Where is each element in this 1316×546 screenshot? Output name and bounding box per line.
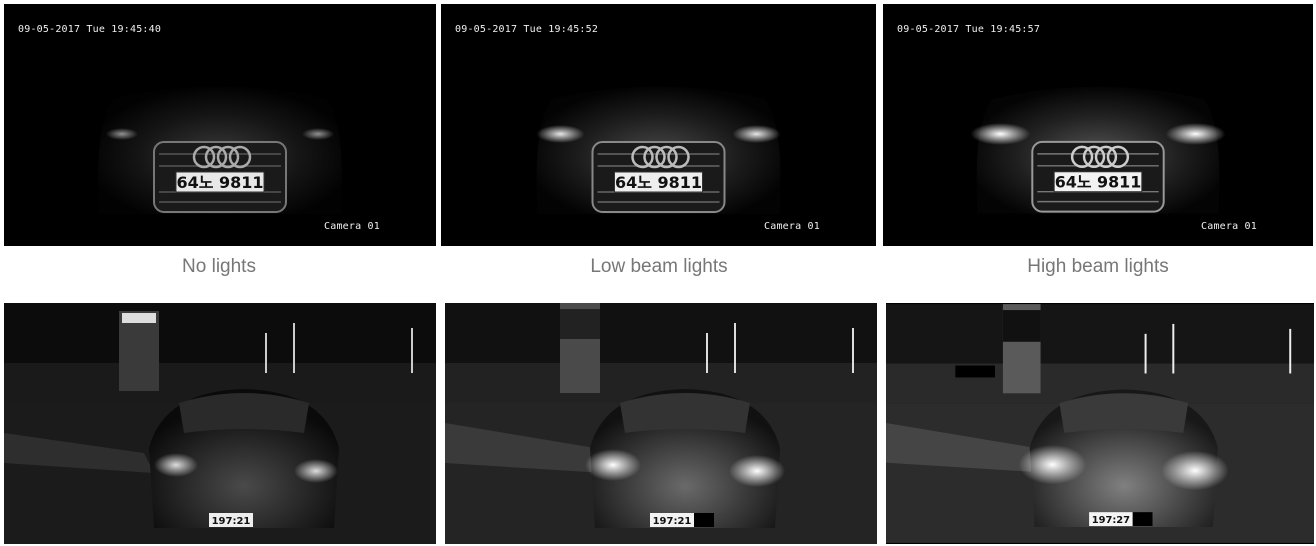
photo-audi-high-beam: 64노 9811 09-05-2017 Tue 19:45:57 Camera … <box>883 4 1313 246</box>
audi-front-image: 64노 9811 <box>883 4 1313 246</box>
osd-timestamp: 09-05-2017 Tue 19:45:52 <box>455 24 599 35</box>
osd-camera-label: Camera 01 <box>1201 221 1257 232</box>
audi-front-image: 64노 9811 <box>442 4 875 246</box>
headlight-left <box>970 123 1031 145</box>
license-plate: 64노 9811 <box>176 173 263 192</box>
license-plate: 197:21 <box>212 516 251 527</box>
renault-night-image: 197:21 <box>445 303 877 544</box>
renault-night-image: 197:27 <box>886 304 1314 543</box>
audi-front-image: 64노 9811 <box>4 4 436 246</box>
osd-timestamp: 09-05-2017 Tue 19:45:40 <box>18 24 162 35</box>
caption-low-beam: Low beam lights <box>590 256 728 277</box>
headlight-right <box>1161 450 1229 491</box>
headlight-right <box>729 455 785 487</box>
license-plate: 64노 9811 <box>1055 173 1142 192</box>
photo-renault-1: 197:21 <box>4 303 436 544</box>
photo-renault-2: 197:21 <box>445 303 877 544</box>
license-plate: 197:21 <box>653 516 692 527</box>
renault-night-image: 197:21 <box>4 303 436 544</box>
headlight-right <box>1165 123 1226 145</box>
photo-audi-no-lights: 64노 9811 09-05-2017 Tue 19:45:40 Camera … <box>4 4 436 246</box>
headlight-right <box>302 128 334 140</box>
osd-timestamp: 09-05-2017 Tue 19:45:57 <box>897 24 1041 35</box>
headlight-left <box>1018 444 1087 485</box>
headlight-right <box>732 125 781 143</box>
osd-camera-label: Camera 01 <box>764 221 820 232</box>
caption-high-beam: High beam lights <box>1027 256 1169 277</box>
license-plate: 197:27 <box>1092 515 1130 526</box>
license-plate: 64노 9811 <box>615 173 702 192</box>
headlight-right <box>294 459 338 483</box>
headlight-left <box>154 453 198 477</box>
caption-no-lights: No lights <box>182 256 256 277</box>
photo-audi-low-beam: 64노 9811 09-05-2017 Tue 19:45:52 Camera … <box>441 4 876 246</box>
headlight-left <box>536 125 585 143</box>
headlight-left <box>585 449 641 481</box>
photo-renault-3: 197:27 <box>886 303 1314 544</box>
osd-camera-label: Camera 01 <box>324 221 380 232</box>
headlight-left <box>106 128 138 140</box>
